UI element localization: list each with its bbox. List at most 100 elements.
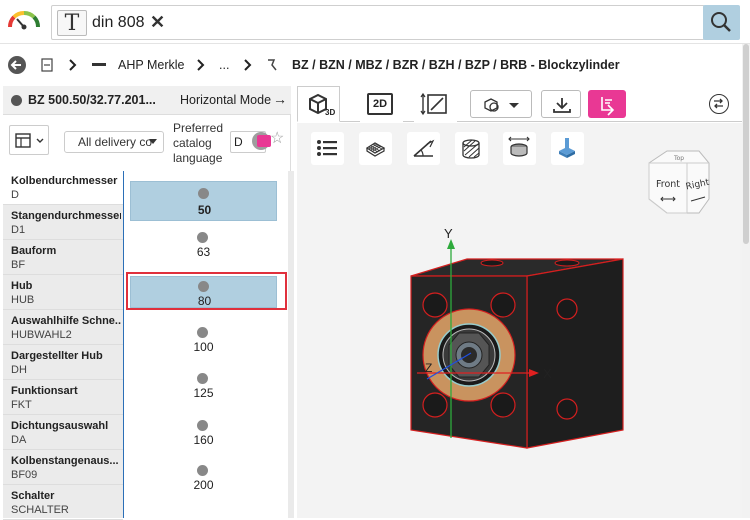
star-icon[interactable]: ☆ <box>270 128 284 148</box>
attribute-name: Dargestellter Hub <box>11 350 103 362</box>
download-button[interactable] <box>541 90 581 118</box>
right-panel: 3D 2D Front Right Top Y X Z <box>297 86 742 518</box>
attribute-code: BF <box>11 259 26 271</box>
tab-2d[interactable]: 2D <box>360 86 403 122</box>
value-bullet-icon <box>197 465 208 476</box>
gauge-logo-icon[interactable] <box>6 8 42 30</box>
value-option[interactable]: 160 <box>130 416 277 448</box>
value-option[interactable]: 100 <box>130 323 277 355</box>
attribute-name: Stangendurchmesser <box>11 210 121 222</box>
value-label: 50 <box>197 203 212 217</box>
attribute-row[interactable]: Dichtungsauswahl DA <box>3 416 123 450</box>
attribute-code: FKT <box>11 399 32 411</box>
export-badge-icon[interactable] <box>257 135 271 147</box>
attribute-row[interactable]: Auswahlhilfe Schne... HUBWAHL2 <box>3 311 123 345</box>
category-icon <box>268 59 277 71</box>
chevron-right-icon <box>69 59 77 71</box>
view-cube-front-label: Front <box>656 179 680 190</box>
angle-icon <box>413 139 435 157</box>
chevron-right-icon <box>244 59 252 71</box>
table-icon <box>15 133 44 148</box>
render-mode-dropdown[interactable] <box>470 90 532 118</box>
explode-icon <box>559 138 575 158</box>
top-bar: T din 808 ✕ <box>0 0 750 44</box>
search-icon <box>711 12 731 32</box>
value-option[interactable]: 200 <box>130 461 277 493</box>
delivery-select-value: All delivery co <box>78 135 153 149</box>
dimension-icon <box>420 92 447 116</box>
attribute-row[interactable]: Funktionsart FKT <box>3 381 123 415</box>
attribute-name: Dichtungsauswahl <box>11 420 109 432</box>
list-icon <box>317 140 337 156</box>
attribute-code: DA <box>11 434 27 446</box>
swap-view-button[interactable] <box>709 94 729 114</box>
clear-search-icon[interactable]: ✕ <box>150 12 165 33</box>
attribute-name: Hub <box>11 280 33 292</box>
value-list-scrollbar[interactable] <box>288 171 294 518</box>
value-label: 125 <box>193 386 214 400</box>
page-scrollbar[interactable] <box>742 44 750 518</box>
list-view-button[interactable] <box>311 132 344 165</box>
section-view-button[interactable] <box>455 132 488 165</box>
tab-3d[interactable]: 3D <box>297 86 340 122</box>
attribute-name: Auswahlhilfe Schne... <box>11 315 121 327</box>
value-option[interactable]: 63 <box>130 228 277 260</box>
mesh-icon <box>365 142 386 157</box>
download-icon <box>553 98 571 113</box>
value-bullet-icon <box>197 327 208 338</box>
attribute-code: D1 <box>11 224 26 236</box>
breadcrumb-item-manufacturer[interactable]: AHP Merkle <box>118 58 184 72</box>
view-tabs: 3D 2D <box>297 86 742 122</box>
attribute-code: DH <box>11 364 27 376</box>
axis-y-label: Y <box>444 226 453 241</box>
attribute-list: Kolbendurchmesser D Stangendurchmesser D1 Ba… <box>3 171 123 520</box>
part-title: BZ 500.50/32.77.201... <box>28 93 156 107</box>
search-box[interactable]: T din 808 ✕ <box>51 5 705 40</box>
attribute-code: BF09 <box>11 469 38 481</box>
arrow-right-icon[interactable]: → <box>273 91 287 107</box>
attribute-code: HUB <box>11 294 35 306</box>
attribute-row[interactable]: Kolbenstangenaus... BF09 <box>3 451 123 485</box>
preferred-language-label: Preferred catalog language <box>173 121 224 165</box>
cylinder-dimension-icon <box>508 136 530 157</box>
text-search-type-chip[interactable]: T <box>57 10 87 36</box>
axis-z-label: Z <box>425 361 432 375</box>
attribute-name: Kolbendurchmesser <box>11 175 118 187</box>
search-button[interactable] <box>703 5 740 40</box>
attribute-code: SCHALTER <box>11 504 69 516</box>
mode-label[interactable]: Horizontal Mode <box>180 93 271 107</box>
search-input[interactable]: din 808 <box>92 14 145 32</box>
mesh-view-button[interactable] <box>359 132 392 165</box>
attribute-row[interactable]: Kolbendurchmesser D <box>3 171 123 205</box>
3d-model[interactable]: Y X Z <box>397 183 657 483</box>
attribute-row[interactable]: Schalter SCHALTER <box>3 486 123 520</box>
3d-viewport[interactable]: Front Right Top Y X Z <box>297 123 742 518</box>
catalog-root-icon[interactable] <box>40 58 54 72</box>
render-mode-icon <box>484 98 519 112</box>
table-view-select[interactable] <box>9 125 49 155</box>
attribute-name: Funktionsart <box>11 385 78 397</box>
delivery-select[interactable]: All delivery co <box>64 131 164 153</box>
value-bullet-icon <box>197 373 208 384</box>
value-bullet-icon <box>198 188 209 199</box>
attribute-row[interactable]: Stangendurchmesser D1 <box>3 206 123 240</box>
axis-x-label: X <box>543 366 552 381</box>
value-option[interactable]: 125 <box>130 369 277 401</box>
export-cad-button[interactable] <box>588 90 626 118</box>
attribute-row[interactable]: Bauform BF <box>3 241 123 275</box>
tab-dimensions[interactable] <box>414 86 457 122</box>
status-dot-icon <box>11 95 22 106</box>
measure-angle-button[interactable] <box>407 132 440 165</box>
attribute-name: Kolbenstangenaus... <box>11 455 119 467</box>
attribute-row[interactable]: Dargestellter Hub DH <box>3 346 123 380</box>
value-bullet-icon <box>197 420 208 431</box>
manufacturer-logo-icon <box>92 63 106 66</box>
explode-view-button[interactable] <box>551 132 584 165</box>
breadcrumb-item-ellipsis[interactable]: ... <box>219 58 229 72</box>
back-button[interactable] <box>8 56 26 74</box>
value-option[interactable]: 50 <box>130 181 277 221</box>
attribute-row[interactable]: Hub HUB <box>3 276 123 310</box>
scrollbar-thumb[interactable] <box>743 44 749 244</box>
dimension-view-button[interactable] <box>503 132 536 165</box>
value-label: 63 <box>196 245 211 259</box>
